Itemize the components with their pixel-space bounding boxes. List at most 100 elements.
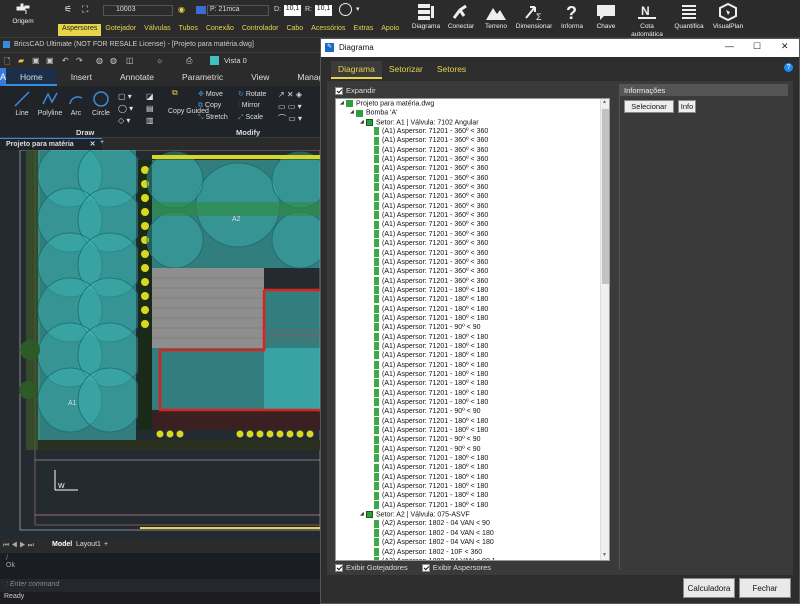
document-tab[interactable]: Projeto para matéria ✕ — [0, 138, 102, 150]
help-icon[interactable]: ? — [784, 63, 793, 72]
add-tab-icon[interactable]: + — [100, 139, 104, 146]
current-layer[interactable]: Vista 0 — [224, 56, 247, 65]
scroll-up-icon[interactable]: ▲ — [602, 99, 607, 105]
tree-item[interactable]: (A1) Aspersor: 71201 - 360º < 360 — [336, 127, 601, 136]
tree-item[interactable]: (A1) Aspersor: 71201 - 180º < 180 — [336, 398, 601, 407]
tree-item[interactable]: (A1) Aspersor: 71201 - 180º < 180 — [336, 286, 601, 295]
chave-button[interactable]: Chave — [591, 2, 621, 31]
add-layout-icon[interactable]: + — [104, 541, 108, 548]
target-icon[interactable] — [339, 3, 352, 16]
rotate-tool[interactable]: ↻ Rotate — [238, 90, 266, 98]
mirror-tool[interactable]: ⫶ Mirror — [238, 102, 260, 110]
tab-setores[interactable]: Setores — [430, 61, 473, 79]
tab-diagrama[interactable]: Diagrama — [331, 61, 382, 79]
tree-item[interactable]: (A1) Aspersor: 71201 - 180º < 180 — [336, 342, 601, 351]
plot-icon[interactable]: ◍ — [110, 56, 117, 65]
open-folder-icon[interactable]: ▰ — [18, 56, 24, 65]
scrollbar-thumb[interactable] — [602, 109, 609, 284]
save-as-icon[interactable]: ▣ — [46, 56, 54, 65]
tab-parametric[interactable]: Parametric — [168, 68, 237, 86]
settings-icon[interactable]: ◉ — [178, 5, 185, 14]
tab-layout1[interactable]: Layout1 — [76, 541, 101, 548]
circle-tool[interactable]: Circle — [88, 90, 114, 117]
tree-item[interactable]: (A1) Aspersor: 71201 - 180º < 180 — [336, 463, 601, 472]
minimize-icon[interactable]: — — [725, 41, 734, 51]
tree-item[interactable]: (A1) Aspersor: 71201 - 360º < 360 — [336, 183, 601, 192]
menu-gotejador[interactable]: Gotejador — [101, 24, 140, 36]
move-tool[interactable]: ✥ Move — [198, 90, 223, 98]
select-button[interactable]: Selecionar — [624, 100, 674, 113]
tree-item[interactable]: (A1) Aspersor: 71201 - 180º < 180 — [336, 426, 601, 435]
tab-model[interactable]: Model — [52, 541, 72, 548]
tree-item[interactable]: (A1) Aspersor: 71201 - 180º < 180 — [336, 379, 601, 388]
lightbulb-icon[interactable]: ☼ — [156, 56, 163, 65]
tree-item[interactable]: (A1) Aspersor: 71201 - 180º < 180 — [336, 304, 601, 314]
diagrama-button[interactable]: Diagrama — [410, 2, 442, 31]
tree-item[interactable]: (A1) Aspersor: 71201 - 360º < 360 — [336, 276, 601, 286]
binoculars-icon[interactable]: ⛶ — [82, 4, 88, 15]
sprinkler-tool-icon[interactable]: ⚟ — [64, 4, 72, 15]
copy-guided-tool[interactable]: Copy Guided — [168, 108, 209, 115]
tree-item[interactable]: (A1) Aspersor: 71201 - 90º < 90 — [336, 444, 601, 454]
scroll-down-icon[interactable]: ▼ — [602, 552, 607, 558]
tree-item[interactable]: (A1) Aspersor: 71201 - 360º < 360 — [336, 267, 601, 276]
close-tab-icon[interactable]: ✕ — [90, 141, 96, 148]
tree-item[interactable]: (A2) Aspersor: 1802 - 04 VAN < 180 — [336, 538, 601, 547]
stretch-tool[interactable]: ⤡ Stretch — [198, 114, 228, 122]
tree-item[interactable]: (A1) Aspersor: 71201 - 360º < 360 — [336, 145, 601, 155]
informa-button[interactable]: ? Informa — [557, 2, 587, 31]
pressure-field[interactable]: P: 21mca — [207, 5, 269, 16]
close-button[interactable]: Fechar — [739, 578, 791, 598]
tree-item[interactable]: (A1) Aspersor: 71201 - 360º < 360 — [336, 220, 601, 229]
close-icon[interactable]: ✕ — [781, 41, 789, 52]
menu-extras[interactable]: Extras — [349, 24, 377, 36]
terreno-button[interactable]: Terreno — [480, 2, 512, 31]
tree-item[interactable]: (A1) Aspersor: 71201 - 360º < 360 — [336, 248, 601, 258]
info-button[interactable]: Info — [678, 100, 696, 113]
tree-item[interactable]: (A1) Aspersor: 71201 - 180º < 180 — [336, 314, 601, 323]
tree-item[interactable]: ◢ Setor: A2 | Válvula: 075-ASVF — [336, 510, 601, 519]
dimensionar-button[interactable]: Σ Dimensionar — [514, 2, 554, 31]
conectar-button[interactable]: Conectar — [445, 2, 477, 31]
tree-item[interactable]: (A2) Aspersor: 1802 - 10F < 360 — [336, 547, 601, 557]
tree-item[interactable]: (A1) Aspersor: 71201 - 180º < 180 — [336, 472, 601, 482]
tree-item[interactable]: (A1) Aspersor: 71201 - 360º < 360 — [336, 239, 601, 248]
expand-checkbox[interactable]: Expandir — [335, 86, 376, 96]
quantifica-button[interactable]: Quantifica — [672, 2, 706, 31]
tree-item[interactable]: (A2) Aspersor: 1802 - 04 VAN < 90,1 — [336, 557, 601, 560]
tree-item[interactable]: (A1) Aspersor: 71201 - 180º < 180 — [336, 295, 601, 304]
tree-item[interactable]: (A1) Aspersor: 71201 - 180º < 180 — [336, 370, 601, 379]
maximize-icon[interactable]: ☐ — [753, 41, 761, 52]
tree-item[interactable]: (A1) Aspersor: 71201 - 90º < 90 — [336, 407, 601, 416]
undo-icon[interactable]: ↶ — [62, 56, 69, 65]
tree-item[interactable]: ◢ Bomba 'A' — [336, 108, 601, 117]
layout-nav-icons[interactable]: ⏮ ◀ ▶ ⏭ — [3, 542, 34, 550]
tab-annotate[interactable]: Annotate — [106, 68, 168, 86]
cota-automatica-button[interactable]: N Cota automática — [625, 2, 669, 39]
tree-item[interactable]: (A1) Aspersor: 71201 - 180º < 180 — [336, 351, 601, 360]
tree-item[interactable]: (A1) Aspersor: 71201 - 360º < 360 — [336, 155, 601, 164]
copy-tool[interactable]: ⧉ Copy — [198, 102, 221, 110]
tree-item[interactable]: (A2) Aspersor: 1802 - 04 VAN < 180 — [336, 528, 601, 538]
arc-tool[interactable]: Arc — [64, 90, 88, 117]
tab-setorizar[interactable]: Setorizar — [382, 61, 430, 79]
menu-acessorios[interactable]: Acessórios — [307, 24, 349, 36]
layer-icon[interactable]: ◫ — [126, 56, 134, 65]
tree-item[interactable]: (A1) Aspersor: 71201 - 360º < 360 — [336, 229, 601, 239]
chevron-down-icon[interactable]: ▾ — [356, 5, 360, 13]
tree-item[interactable]: (A2) Aspersor: 1802 - 04 VAN < 90 — [336, 519, 601, 528]
tree-item[interactable]: (A1) Aspersor: 71201 - 360º < 360 — [336, 136, 601, 145]
tree-item[interactable]: (A1) Aspersor: 71201 - 90º < 90 — [336, 323, 601, 332]
tree-item[interactable]: (A1) Aspersor: 71201 - 360º < 360 — [336, 192, 601, 201]
drawing-canvas[interactable]: W A1 A2 — [0, 150, 330, 540]
tree-item[interactable]: (A1) Aspersor: 71201 - 180º < 180 — [336, 332, 601, 342]
tree-item[interactable]: (A1) Aspersor: 71201 - 180º < 180 — [336, 388, 601, 398]
menu-controlador[interactable]: Controlador — [238, 24, 283, 36]
visualplan-button[interactable]: VisualPlan — [710, 2, 746, 31]
redo-icon[interactable]: ↷ — [76, 56, 83, 65]
menu-aspersores[interactable]: Aspersores — [58, 24, 102, 36]
tab-insert[interactable]: Insert — [57, 68, 106, 86]
tree-item[interactable]: (A1) Aspersor: 71201 - 360º < 360 — [336, 173, 601, 183]
r-input[interactable]: 10,1 — [315, 5, 332, 16]
menu-apoio[interactable]: Apoio — [377, 24, 403, 36]
